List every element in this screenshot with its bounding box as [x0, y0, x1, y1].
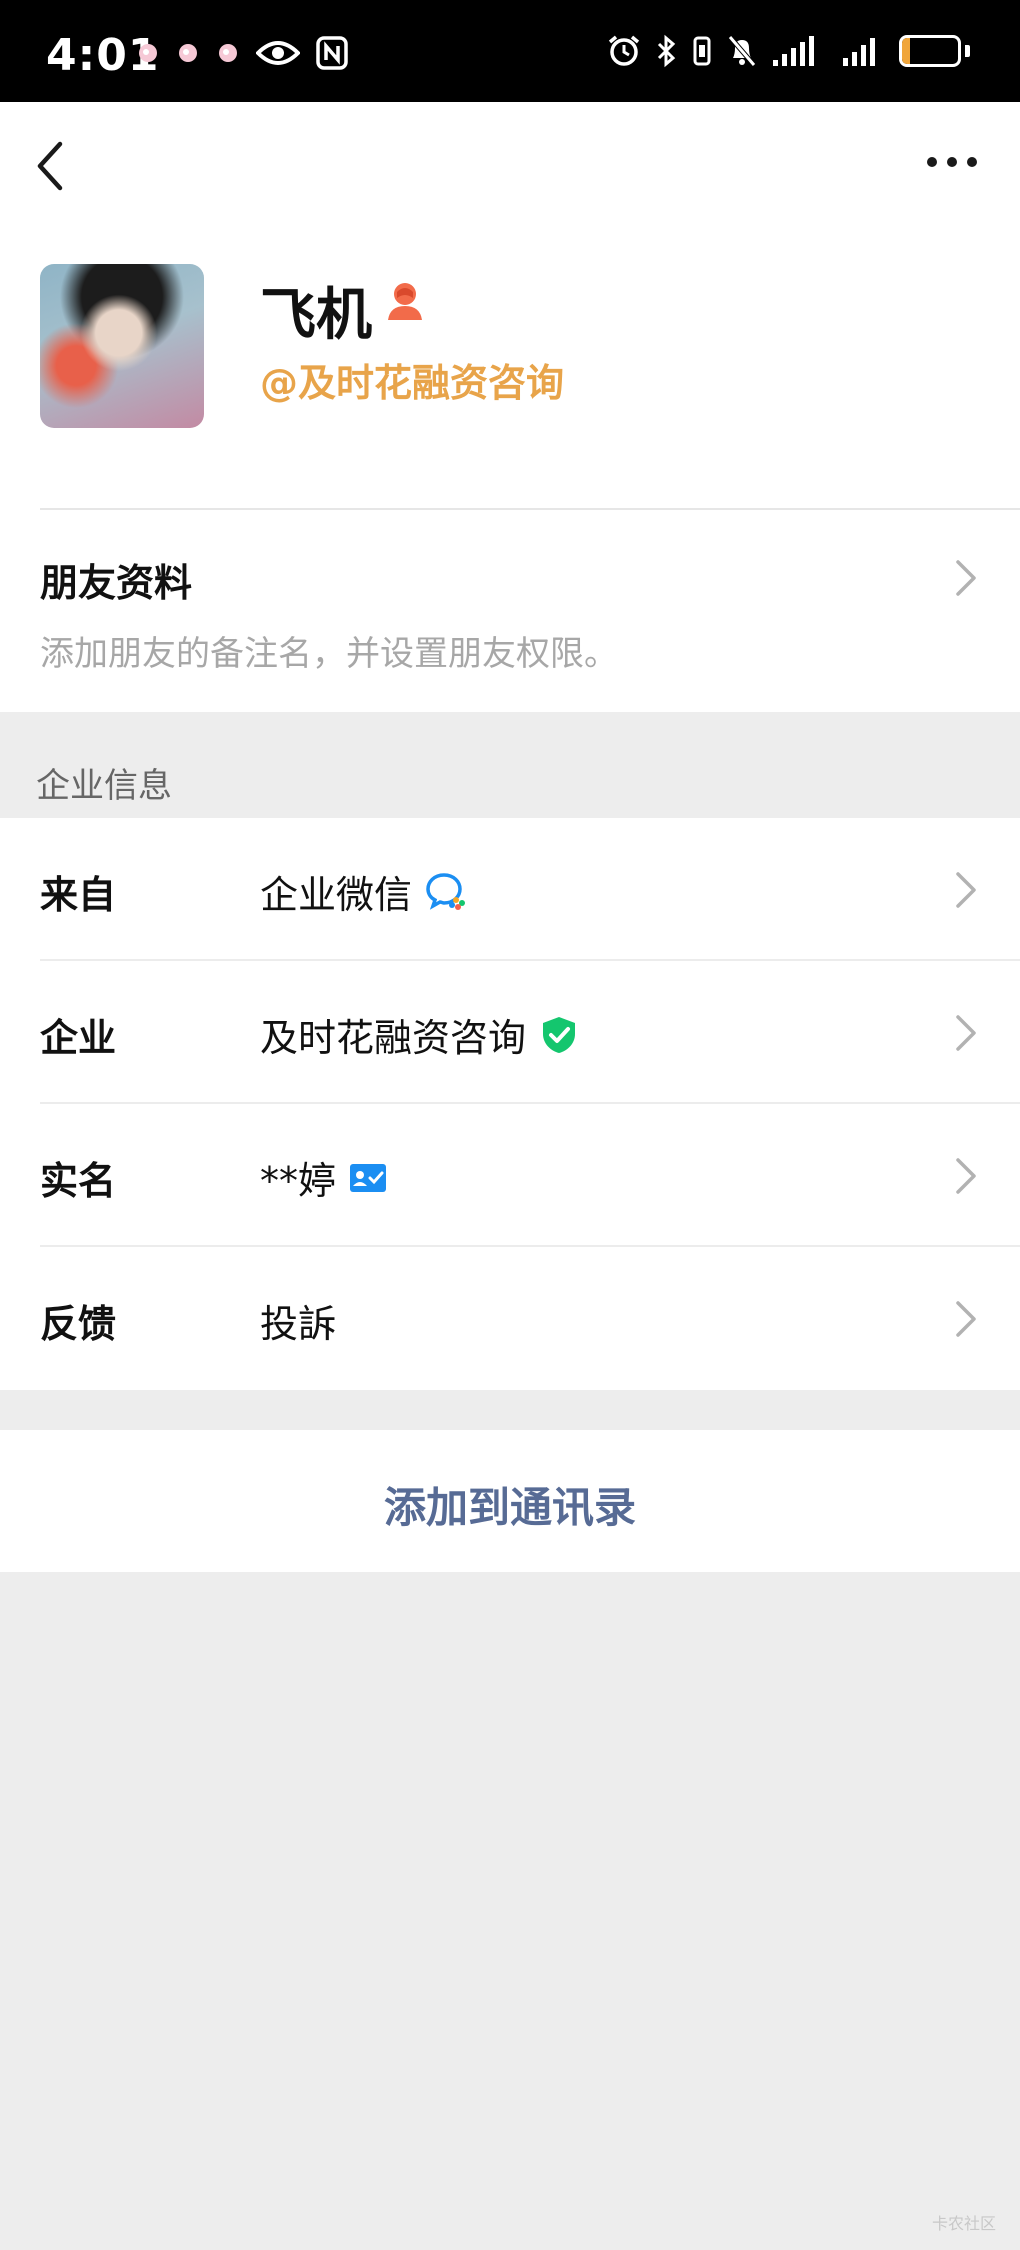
friend-profile-description: 添加朋友的备注名，并设置朋友权限。 — [40, 634, 618, 674]
battery-tip — [965, 45, 970, 57]
info-value: 投訴 — [260, 1293, 336, 1348]
notification-icon — [219, 44, 237, 62]
status-left-icons — [136, 36, 348, 70]
back-icon[interactable] — [30, 138, 70, 194]
mute-icon — [728, 35, 756, 67]
battery-level: 15 — [913, 37, 947, 65]
profile-card: 飞机 @及时花融资咨询 朋友资料 添加朋友的备注名，并设置朋友权限。 — [0, 102, 1020, 712]
chevron-right-icon — [956, 1301, 976, 1337]
eye-icon — [256, 41, 300, 65]
wecom-logo-icon — [426, 872, 466, 910]
verified-shield-icon — [543, 1016, 576, 1053]
avatar[interactable] — [40, 264, 204, 428]
friend-profile-title: 朋友资料 — [40, 561, 193, 605]
info-row-source[interactable]: 来自 企业微信 — [0, 818, 1020, 961]
bluetooth-icon — [657, 34, 676, 68]
chevron-right-icon — [956, 1015, 976, 1051]
id-card-icon — [350, 1163, 387, 1192]
info-row-enterprise[interactable]: 企业 及时花融资咨询 — [0, 961, 1020, 1104]
screen: 4:01 15 飞机 @及时花融资咨询 朋友资料 添加朋友的备注名，并设置朋友权… — [0, 0, 1020, 2250]
chevron-right-icon — [956, 1158, 976, 1194]
info-value-text: **婷 — [260, 1159, 337, 1203]
chevron-right-icon — [956, 560, 976, 596]
info-value-text: 投訴 — [260, 1302, 337, 1346]
battery-icon: 15 — [899, 35, 961, 67]
notification-icon — [139, 44, 157, 62]
more-options-icon[interactable] — [924, 152, 980, 172]
signal-icon — [773, 36, 814, 66]
status-bar: 4:01 15 — [0, 0, 1020, 102]
info-key: 企业 — [40, 1016, 117, 1060]
info-value-text: 企业微信 — [260, 873, 413, 917]
friend-profile-row[interactable]: 朋友资料 添加朋友的备注名，并设置朋友权限。 — [0, 510, 1020, 710]
info-value: 企业微信 — [260, 864, 468, 919]
alarm-icon — [608, 35, 640, 66]
info-row-feedback[interactable]: 反馈 投訴 — [0, 1247, 1020, 1390]
info-value-text: 及时花融资咨询 — [260, 1016, 527, 1060]
notification-icon — [179, 44, 197, 62]
info-value: 及时花融资咨询 — [260, 1007, 578, 1062]
status-right-icons: 15 — [607, 34, 970, 68]
female-icon — [388, 283, 422, 320]
section-title: 企业信息 — [36, 766, 172, 806]
info-key: 来自 — [40, 873, 117, 917]
chevron-right-icon — [956, 872, 976, 908]
nfc-icon — [316, 36, 348, 70]
contact-name: 飞机 — [260, 283, 372, 348]
info-key: 反馈 — [40, 1302, 117, 1346]
signal-icon — [843, 38, 875, 66]
enterprise-info-list: 来自 企业微信 企业 及时花融资咨询 实名 **婷 反馈 投訴 — [0, 818, 1020, 1390]
info-row-real-name[interactable]: 实名 **婷 — [0, 1104, 1020, 1247]
watermark: 卡农社区 — [931, 2214, 996, 2233]
corp-handle: @及时花融资咨询 — [260, 361, 565, 405]
info-value: **婷 — [260, 1150, 387, 1205]
vibrate-icon — [693, 36, 711, 66]
add-to-contacts-button[interactable]: 添加到通讯录 — [0, 1474, 1020, 1535]
add-to-contacts-container: 添加到通讯录 — [0, 1430, 1020, 1572]
info-key: 实名 — [40, 1159, 117, 1203]
